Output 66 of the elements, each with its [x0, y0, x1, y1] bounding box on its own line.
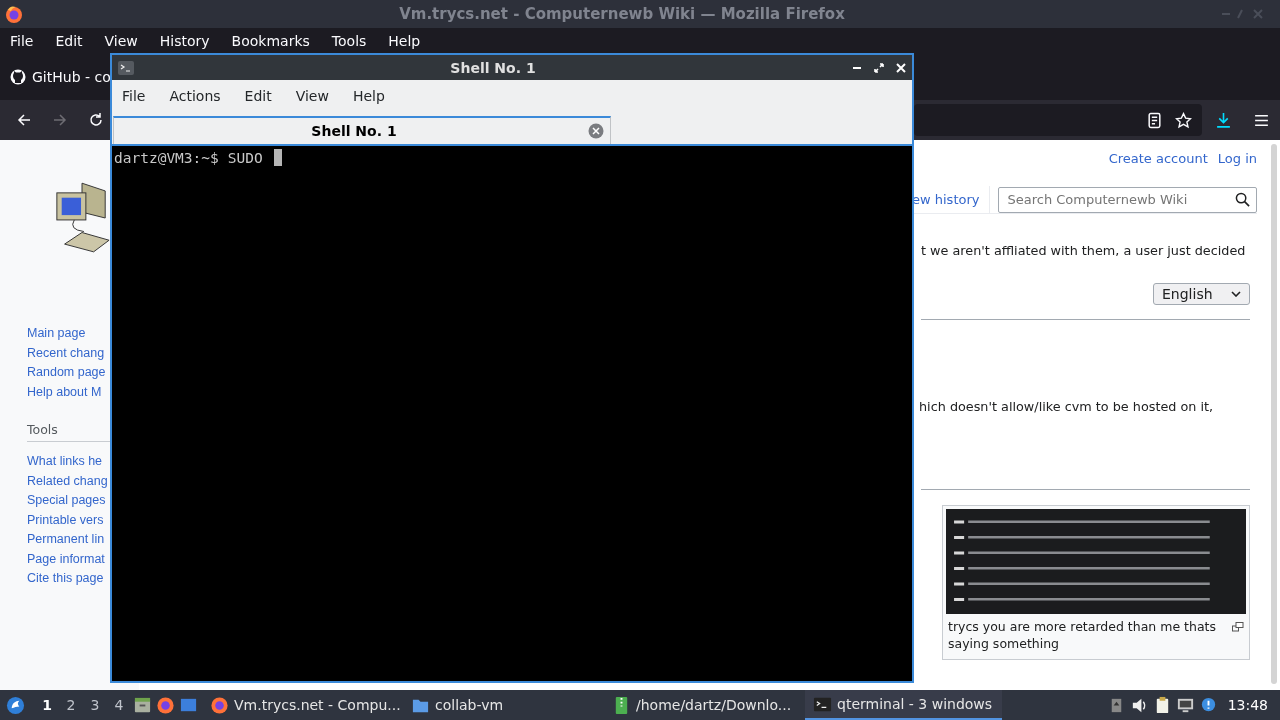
search-field[interactable]: Search Computernewb Wiki — [998, 186, 1257, 213]
file-manager-icon[interactable] — [133, 695, 152, 715]
menu-item[interactable]: Edit — [244, 88, 272, 104]
menu-item[interactable]: File — [10, 32, 34, 49]
chevron-down-icon — [1231, 291, 1241, 297]
terminal-tab[interactable]: Shell No. 1 — [113, 116, 611, 144]
sidebar-link[interactable]: Printable vers — [27, 510, 104, 530]
sidebar-link[interactable]: Cite this page — [27, 569, 104, 589]
menu-item[interactable]: Help — [388, 32, 421, 49]
clock[interactable]: 13:48 — [1227, 697, 1268, 713]
workspace-button[interactable]: 4 — [109, 697, 129, 713]
sidebar-link[interactable]: What links he — [27, 452, 103, 472]
enlarge-icon[interactable] — [1232, 622, 1244, 632]
account-link[interactable]: Create account — [1108, 151, 1208, 166]
paragraph: t we aren't affliated with them, a user just decided — [921, 242, 1246, 259]
menu-item[interactable]: View — [295, 88, 329, 104]
menu-item[interactable]: History — [159, 32, 210, 49]
sidebar-link[interactable]: Related chang — [27, 471, 108, 491]
menu-item[interactable]: Edit — [55, 32, 83, 49]
terminal-icon — [118, 60, 134, 75]
firefox-icon — [210, 695, 229, 715]
forward-icon[interactable] — [52, 112, 68, 128]
menu-item[interactable]: View — [104, 32, 138, 49]
reload-icon[interactable] — [88, 112, 104, 128]
terminal-command: SUDO — [227, 149, 263, 167]
window-title: Shell No. 1 — [449, 59, 537, 76]
download-icon[interactable] — [1215, 111, 1232, 129]
firefox-icon[interactable] — [156, 695, 175, 715]
sidebar-link[interactable]: Main page — [27, 324, 86, 344]
sidebar-link[interactable]: Page informat — [27, 549, 105, 569]
back-icon[interactable] — [16, 112, 32, 128]
start-menu-icon[interactable] — [6, 695, 25, 715]
sidebar-link[interactable]: Random page — [27, 363, 106, 383]
sidebar-link[interactable]: Permanent lin — [27, 530, 105, 550]
taskbar-button[interactable]: collab-vm — [403, 690, 600, 720]
menu-item[interactable]: Tools — [331, 32, 367, 49]
sidebar-link[interactable]: Special pages — [27, 491, 106, 511]
bookmark-star-icon[interactable] — [1175, 111, 1192, 129]
menu-item[interactable]: Help — [352, 88, 385, 104]
firefox-logo-icon — [4, 4, 24, 24]
browser-tab[interactable]: GitHub - co — [10, 68, 111, 85]
language-select[interactable]: English — [1153, 283, 1250, 305]
text-cursor — [273, 149, 282, 166]
menu-item[interactable]: Bookmarks — [231, 32, 310, 49]
paragraph: hich doesn't allow/like cvm to be hosted on it, — [919, 398, 1214, 415]
taskbar-button[interactable]: Vm.trycs.net - Compu... — [202, 690, 399, 720]
terminal-prompt: dartz@VM3:~$ — [114, 149, 219, 167]
sidebar-link[interactable]: Recent chang — [27, 343, 105, 363]
sidebar-link[interactable]: Help about M — [27, 382, 102, 402]
menu-item[interactable]: Actions — [169, 88, 221, 104]
github-icon — [10, 68, 26, 85]
close-icon[interactable] — [896, 62, 906, 73]
workspace-button[interactable]: 1 — [37, 697, 57, 713]
account-link[interactable]: Log in — [1217, 151, 1257, 166]
taskbar-button[interactable]: qterminal - 3 windows — [805, 690, 1002, 720]
workspace-button[interactable]: 2 — [61, 697, 81, 713]
reader-view-icon[interactable] — [1146, 111, 1163, 129]
workspace-button[interactable]: 3 — [85, 697, 105, 713]
figure-caption: trycs you are more retarded than me thats saying something — [948, 618, 1217, 652]
maximize-icon[interactable] — [874, 62, 884, 73]
scroll-bar[interactable] — [1271, 144, 1277, 684]
taskbar-button[interactable]: /home/dartz/Downlo... — [604, 690, 801, 720]
close-tab-icon[interactable] — [588, 123, 604, 139]
search-icon[interactable] — [1235, 192, 1250, 207]
menu-item[interactable]: File — [122, 88, 146, 104]
window-title: Vm.trycs.net - Computernewb Wiki — Mozilla Firefox — [398, 5, 846, 23]
